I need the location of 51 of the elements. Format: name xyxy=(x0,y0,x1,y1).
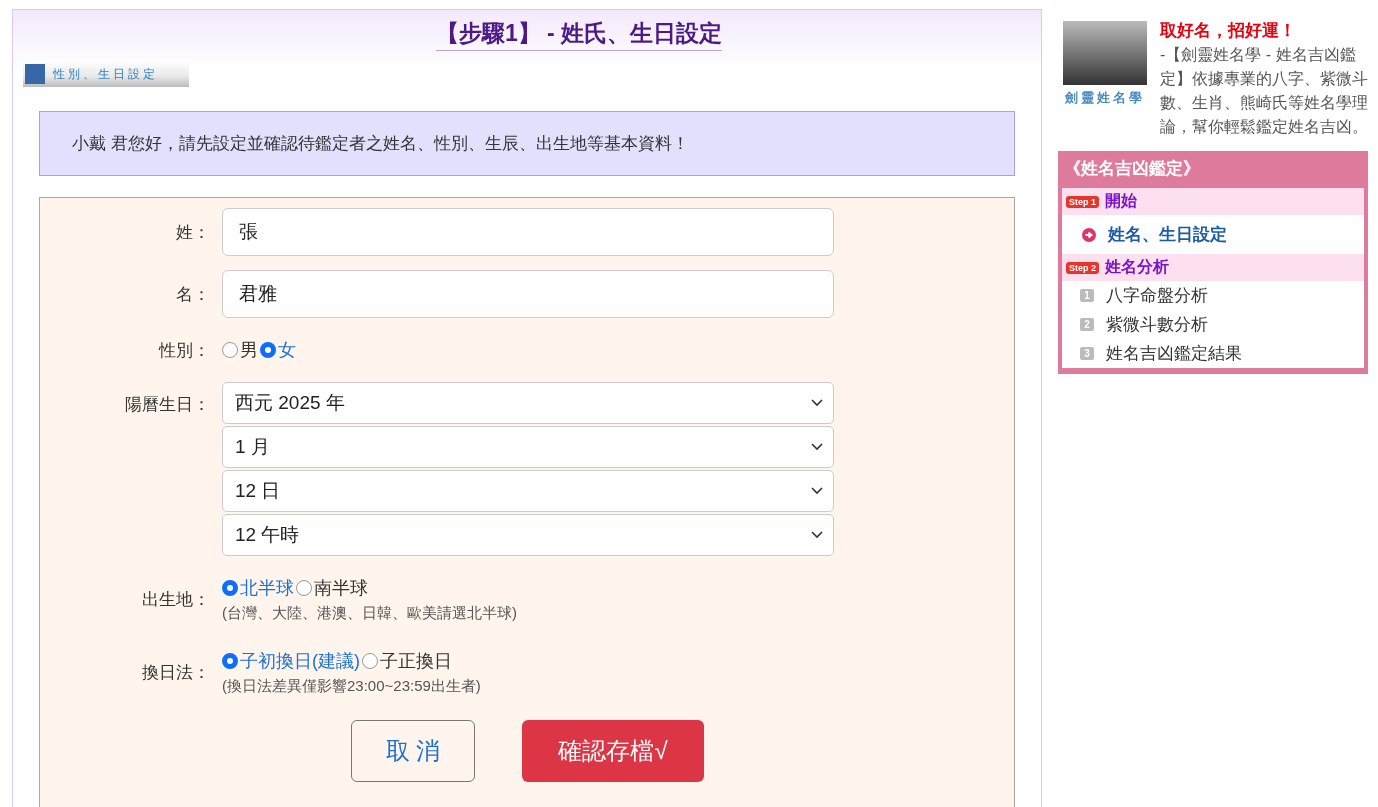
chevron-down-icon xyxy=(811,487,823,495)
field-label: 出生地： xyxy=(141,589,210,611)
radio-label[interactable]: 子初換日(建議) xyxy=(240,649,360,673)
step-badge: Step 2 xyxy=(1066,261,1099,274)
select-dropdown[interactable]: 12 日 xyxy=(222,470,834,512)
radio-label[interactable]: 子正換日 xyxy=(380,649,452,673)
number-icon: 1 xyxy=(1080,289,1094,302)
radio-label[interactable]: 男 xyxy=(240,338,258,362)
radio-label[interactable]: 女 xyxy=(278,338,296,362)
chevron-down-icon xyxy=(811,531,823,539)
save-button[interactable]: 確認存檔√ xyxy=(522,720,704,782)
cancel-button[interactable]: 取 消 xyxy=(351,720,475,782)
chevron-down-icon xyxy=(811,399,823,407)
section-banner: 性別、生日設定 xyxy=(23,61,189,87)
text-field[interactable]: 君雅 xyxy=(222,270,834,318)
step-title: 姓名分析 xyxy=(1105,257,1169,277)
promo-text: -【劍靈姓名學 - 姓名吉凶鑑定】依據專業的八字、紫微斗數、生肖、熊崎氏等姓名學理論，幫你輕鬆鑑定姓名吉凶。 xyxy=(1160,46,1368,135)
logo-text: 劍靈姓名學 xyxy=(1065,89,1145,107)
field-label: 換日法： xyxy=(141,662,210,684)
field-label: 性別： xyxy=(157,339,210,362)
menu-title: 《姓名吉凶鑑定》 xyxy=(1063,158,1201,180)
notice-message: 小戴 君您好，請先設定並確認待鑑定者之姓名、性別、生辰、出生地等基本資料！ xyxy=(39,111,1015,176)
field-label: 姓： xyxy=(175,221,210,244)
menu-item[interactable]: 2 紫微斗數分析 xyxy=(1062,310,1364,339)
number-icon: 3 xyxy=(1080,347,1094,360)
radio-button[interactable] xyxy=(260,342,276,358)
select-dropdown[interactable]: 12 午時 xyxy=(222,514,834,556)
page-heading: 【步驟1】 - 姓氏、生日設定 xyxy=(435,18,723,51)
hint-text: (換日法差異僅影響23:00~23:59出生者) xyxy=(222,677,482,696)
step-badge: Step 1 xyxy=(1066,195,1099,208)
radio-button[interactable] xyxy=(362,653,378,669)
radio-button[interactable] xyxy=(222,580,238,596)
menu-item[interactable]: 3 姓名吉凶鑑定結果 xyxy=(1062,339,1364,368)
radio-button[interactable] xyxy=(222,342,238,358)
menu-item[interactable]: 1 八字命盤分析 xyxy=(1062,281,1364,310)
select-dropdown[interactable]: 西元 2025 年 xyxy=(222,382,834,424)
hint-text: (台灣、大陸、港澳、日韓、歐美請選北半球) xyxy=(222,604,518,623)
number-icon: 2 xyxy=(1080,318,1094,331)
text-field[interactable]: 張 xyxy=(222,208,834,256)
radio-button[interactable] xyxy=(296,580,312,596)
radio-label[interactable]: 南半球 xyxy=(314,576,368,600)
field-label: 陽曆生日： xyxy=(124,394,210,416)
promo-title: 取好名，招好運！ xyxy=(1160,20,1297,42)
step-title: 開始 xyxy=(1105,191,1137,211)
menu-item[interactable]: 姓名、生日設定 xyxy=(1062,215,1364,254)
radio-button[interactable] xyxy=(222,653,238,669)
chevron-down-icon xyxy=(811,443,823,451)
select-dropdown[interactable]: 1 月 xyxy=(222,426,834,468)
arrow-circle-icon xyxy=(1082,227,1096,242)
field-label: 名： xyxy=(175,283,210,306)
radio-label[interactable]: 北半球 xyxy=(240,576,294,600)
